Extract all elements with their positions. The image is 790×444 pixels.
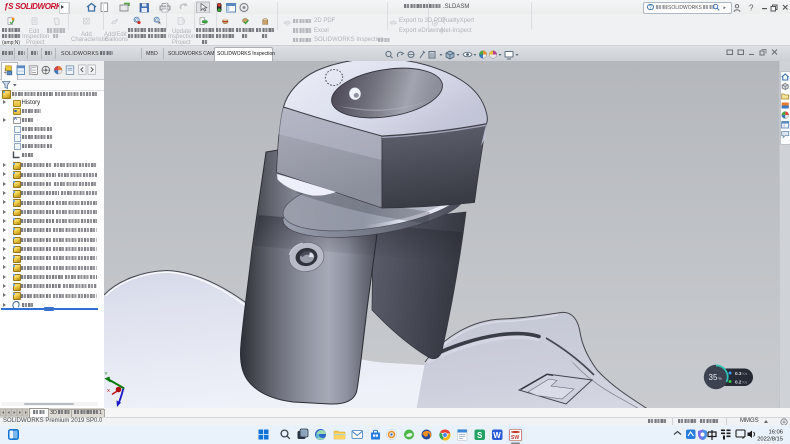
svg-text:C: C	[155, 17, 158, 22]
svg-text:SW: SW	[511, 435, 519, 441]
svg-text:0.2: 0.2	[735, 380, 742, 385]
svg-text:0.3: 0.3	[735, 371, 742, 376]
svg-text:%: %	[718, 376, 722, 381]
svg-text:X: X	[107, 388, 110, 393]
svg-text:K/s: K/s	[743, 380, 748, 384]
svg-text:Y: Y	[105, 371, 108, 376]
svg-text:W: W	[493, 431, 501, 440]
svg-text:16:06: 16:06	[768, 430, 783, 436]
svg-text:35: 35	[709, 373, 718, 382]
svg-text:?: ?	[749, 3, 754, 12]
svg-text:K/s: K/s	[743, 372, 748, 376]
svg-text:S: S	[477, 431, 483, 440]
svg-text:2022/8/15: 2022/8/15	[757, 437, 783, 443]
